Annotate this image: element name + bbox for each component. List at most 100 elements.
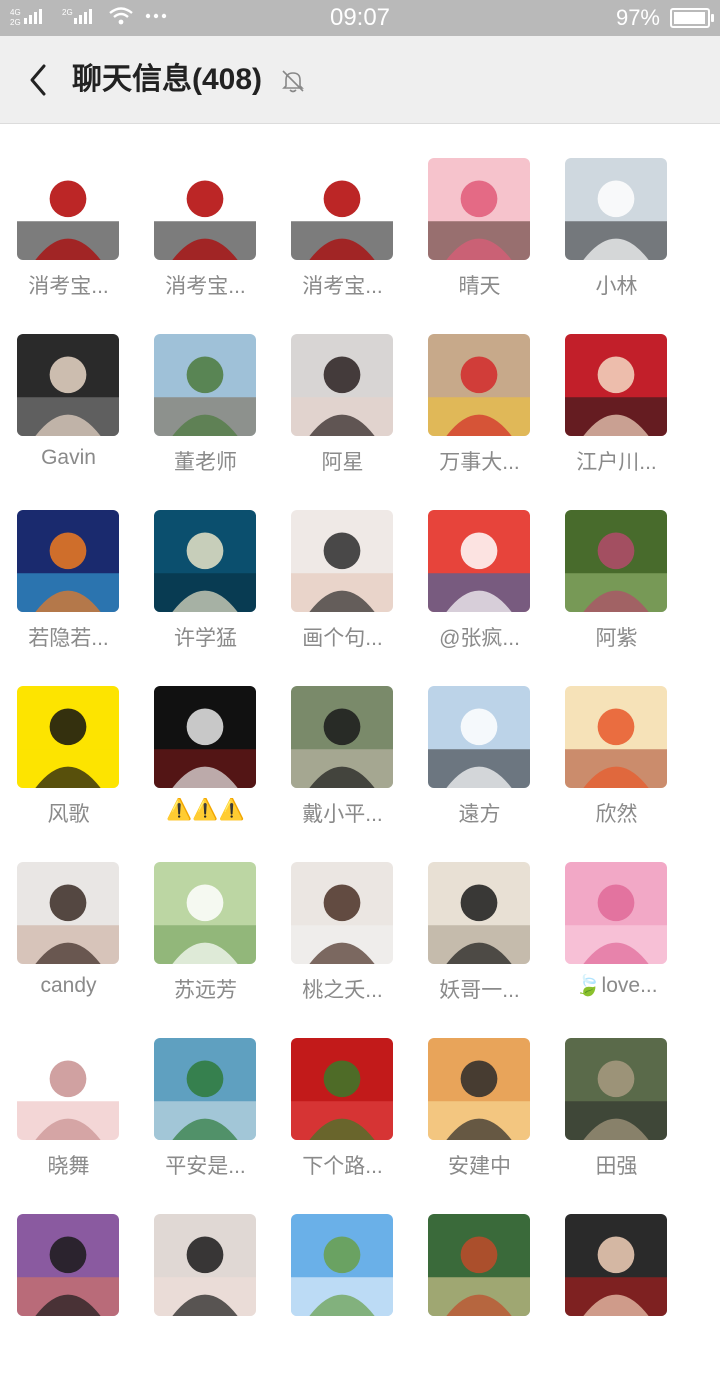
member-item[interactable]: 🍃love... [548,862,685,1032]
member-avatar[interactable] [291,862,393,964]
member-avatar[interactable] [565,334,667,436]
member-avatar[interactable] [291,510,393,612]
member-item[interactable]: 晓舞 [0,1038,137,1208]
member-name: 欣然 [595,803,638,826]
member-item[interactable]: 若隐若... [0,510,137,680]
status-time: 09:07 [329,4,391,31]
member-name: 小林 [595,275,638,298]
member-avatar[interactable] [565,1214,667,1316]
member-name: 许学猛 [174,627,237,650]
member-item[interactable]: 消考宝... [137,158,274,328]
member-name: 阿紫 [595,627,638,650]
member-avatar[interactable] [291,1214,393,1316]
member-name: 董老师 [174,451,237,474]
member-name: 田强 [595,1155,638,1178]
member-item[interactable]: 阿紫 [548,510,685,680]
member-item[interactable]: 风歌 [0,686,137,856]
member-name: 风歌 [47,803,90,826]
member-item[interactable]: 小林 [548,158,685,328]
member-avatar[interactable] [17,510,119,612]
member-avatar[interactable] [154,1038,256,1140]
member-avatar[interactable] [565,862,667,964]
member-avatar[interactable] [428,1038,530,1140]
member-avatar[interactable] [17,334,119,436]
member-name: 江户川... [576,451,657,474]
member-item[interactable]: 江户川... [548,334,685,504]
member-item[interactable]: 晴天 [411,158,548,328]
member-avatar[interactable] [428,862,530,964]
battery-percent: 97% [615,5,660,30]
member-avatar[interactable] [17,862,119,964]
member-item[interactable]: ⚠️⚠️⚠️ [137,686,274,856]
member-name: 画个句... [302,627,383,650]
member-avatar[interactable] [17,1214,119,1316]
member-avatar[interactable] [428,686,530,788]
member-avatar[interactable] [565,510,667,612]
member-name: 戴小平... [302,803,383,826]
member-avatar[interactable] [428,334,530,436]
member-item[interactable]: 平安是... [137,1038,274,1208]
member-item[interactable]: 桃之夭... [274,862,411,1032]
member-avatar[interactable] [154,686,256,788]
member-item[interactable]: 苏远芳 [137,862,274,1032]
member-item[interactable]: Gavin [0,334,137,504]
bell-muted-icon [280,68,306,94]
member-avatar[interactable] [565,158,667,260]
status-bar: 4G 2G 2G 09:07 97% [0,0,720,36]
member-name: 消考宝... [165,275,246,298]
member-item[interactable]: 田强 [548,1038,685,1208]
member-avatar[interactable] [428,510,530,612]
member-avatar[interactable] [154,862,256,964]
member-name: @张疯... [439,627,520,650]
member-item[interactable]: 万事大... [411,334,548,504]
member-avatar[interactable] [291,158,393,260]
member-avatar[interactable] [565,686,667,788]
member-name: 晴天 [458,275,501,298]
member-name: 消考宝... [28,275,109,298]
member-item[interactable]: 画个句... [274,510,411,680]
member-avatar[interactable] [154,510,256,612]
member-avatar[interactable] [17,1038,119,1140]
member-item[interactable] [137,1214,274,1384]
member-name: 消考宝... [302,275,383,298]
battery-icon [670,8,714,28]
member-item[interactable]: @张疯... [411,510,548,680]
member-item[interactable]: 欣然 [548,686,685,856]
member-avatar[interactable] [154,334,256,436]
member-avatar[interactable] [17,158,119,260]
member-name: 苏远芳 [174,979,237,1002]
member-avatar[interactable] [17,686,119,788]
member-item[interactable]: 戴小平... [274,686,411,856]
member-item[interactable]: 妖哥一... [411,862,548,1032]
member-item[interactable]: 安建中 [411,1038,548,1208]
member-item[interactable] [0,1214,137,1384]
member-item[interactable]: 阿星 [274,334,411,504]
member-item[interactable] [548,1214,685,1384]
member-name: 妖哥一... [439,979,520,1002]
member-name: 阿星 [321,451,364,474]
member-avatar[interactable] [291,1038,393,1140]
member-avatar[interactable] [291,686,393,788]
member-item[interactable]: 许学猛 [137,510,274,680]
member-name: candy [40,974,97,997]
member-item[interactable]: candy [0,862,137,1032]
member-avatar[interactable] [154,1214,256,1316]
member-item[interactable]: 下个路... [274,1038,411,1208]
header-bar: 聊天信息(408) [0,36,720,124]
member-name: 桃之夭... [302,979,383,1002]
member-avatar[interactable] [428,158,530,260]
member-avatar[interactable] [291,334,393,436]
member-name: 万事大... [439,451,520,474]
member-item[interactable]: 董老师 [137,334,274,504]
member-avatar[interactable] [428,1214,530,1316]
member-item[interactable] [274,1214,411,1384]
page-title: 聊天信息(408) [72,63,263,96]
member-item[interactable]: 遠方 [411,686,548,856]
member-name: ⚠️⚠️⚠️ [166,798,245,821]
member-item[interactable] [411,1214,548,1384]
member-item[interactable]: 消考宝... [274,158,411,328]
back-arrow-icon[interactable] [22,62,58,98]
member-avatar[interactable] [565,1038,667,1140]
member-avatar[interactable] [154,158,256,260]
member-item[interactable]: 消考宝... [0,158,137,328]
